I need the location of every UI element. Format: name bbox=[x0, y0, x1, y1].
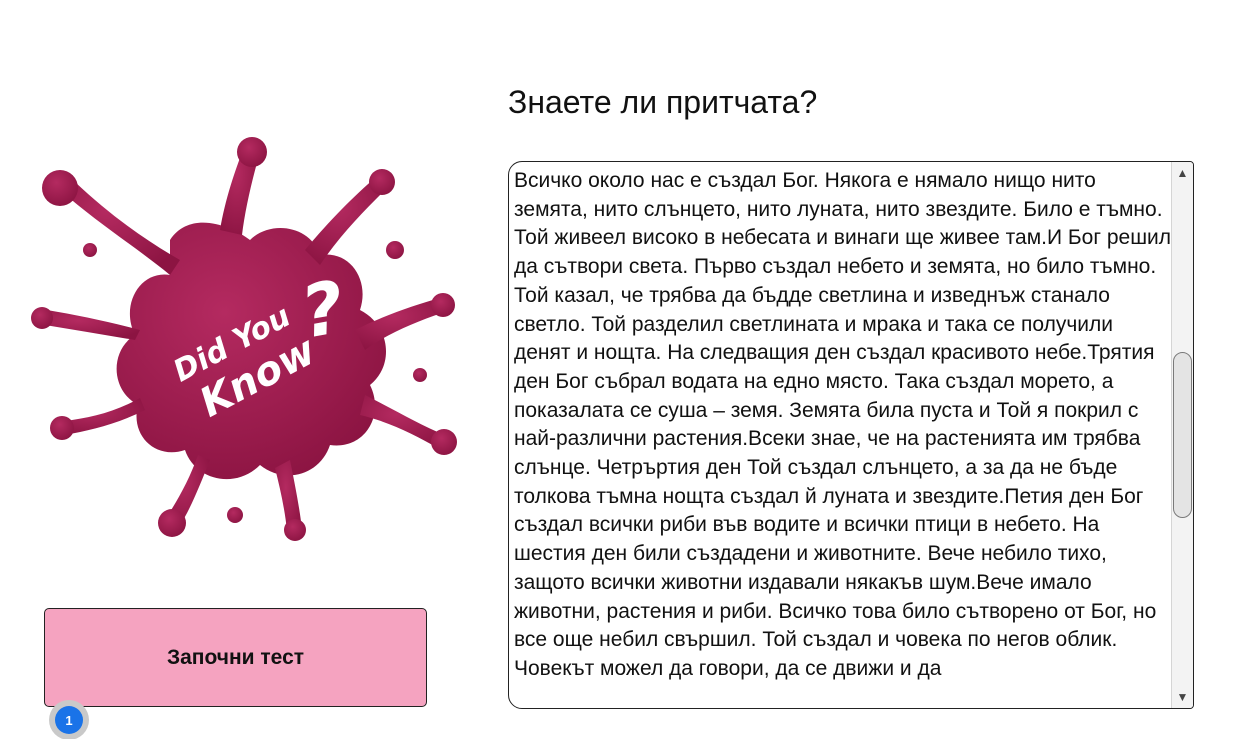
start-test-button[interactable]: Започни тест bbox=[44, 608, 427, 707]
did-you-know-illustration: Did You Know ? bbox=[31, 137, 457, 541]
story-scrollbar[interactable]: ▲ ▼ bbox=[1171, 162, 1193, 708]
page: Знаете ли притчата? Did You Know ? Започ… bbox=[0, 0, 1244, 739]
story-text-area[interactable]: Всичко около нас е създал Бог. Някога е … bbox=[508, 161, 1194, 709]
scroll-up-icon[interactable]: ▲ bbox=[1172, 163, 1193, 183]
scroll-thumb[interactable] bbox=[1173, 352, 1192, 518]
notification-count: 1 bbox=[55, 706, 83, 734]
scroll-down-icon[interactable]: ▼ bbox=[1172, 687, 1193, 707]
story-text: Всичко около нас е създал Бог. Някога е … bbox=[514, 169, 1172, 680]
page-title: Знаете ли притчата? bbox=[508, 84, 818, 120]
notification-badge[interactable]: 1 bbox=[49, 700, 89, 739]
